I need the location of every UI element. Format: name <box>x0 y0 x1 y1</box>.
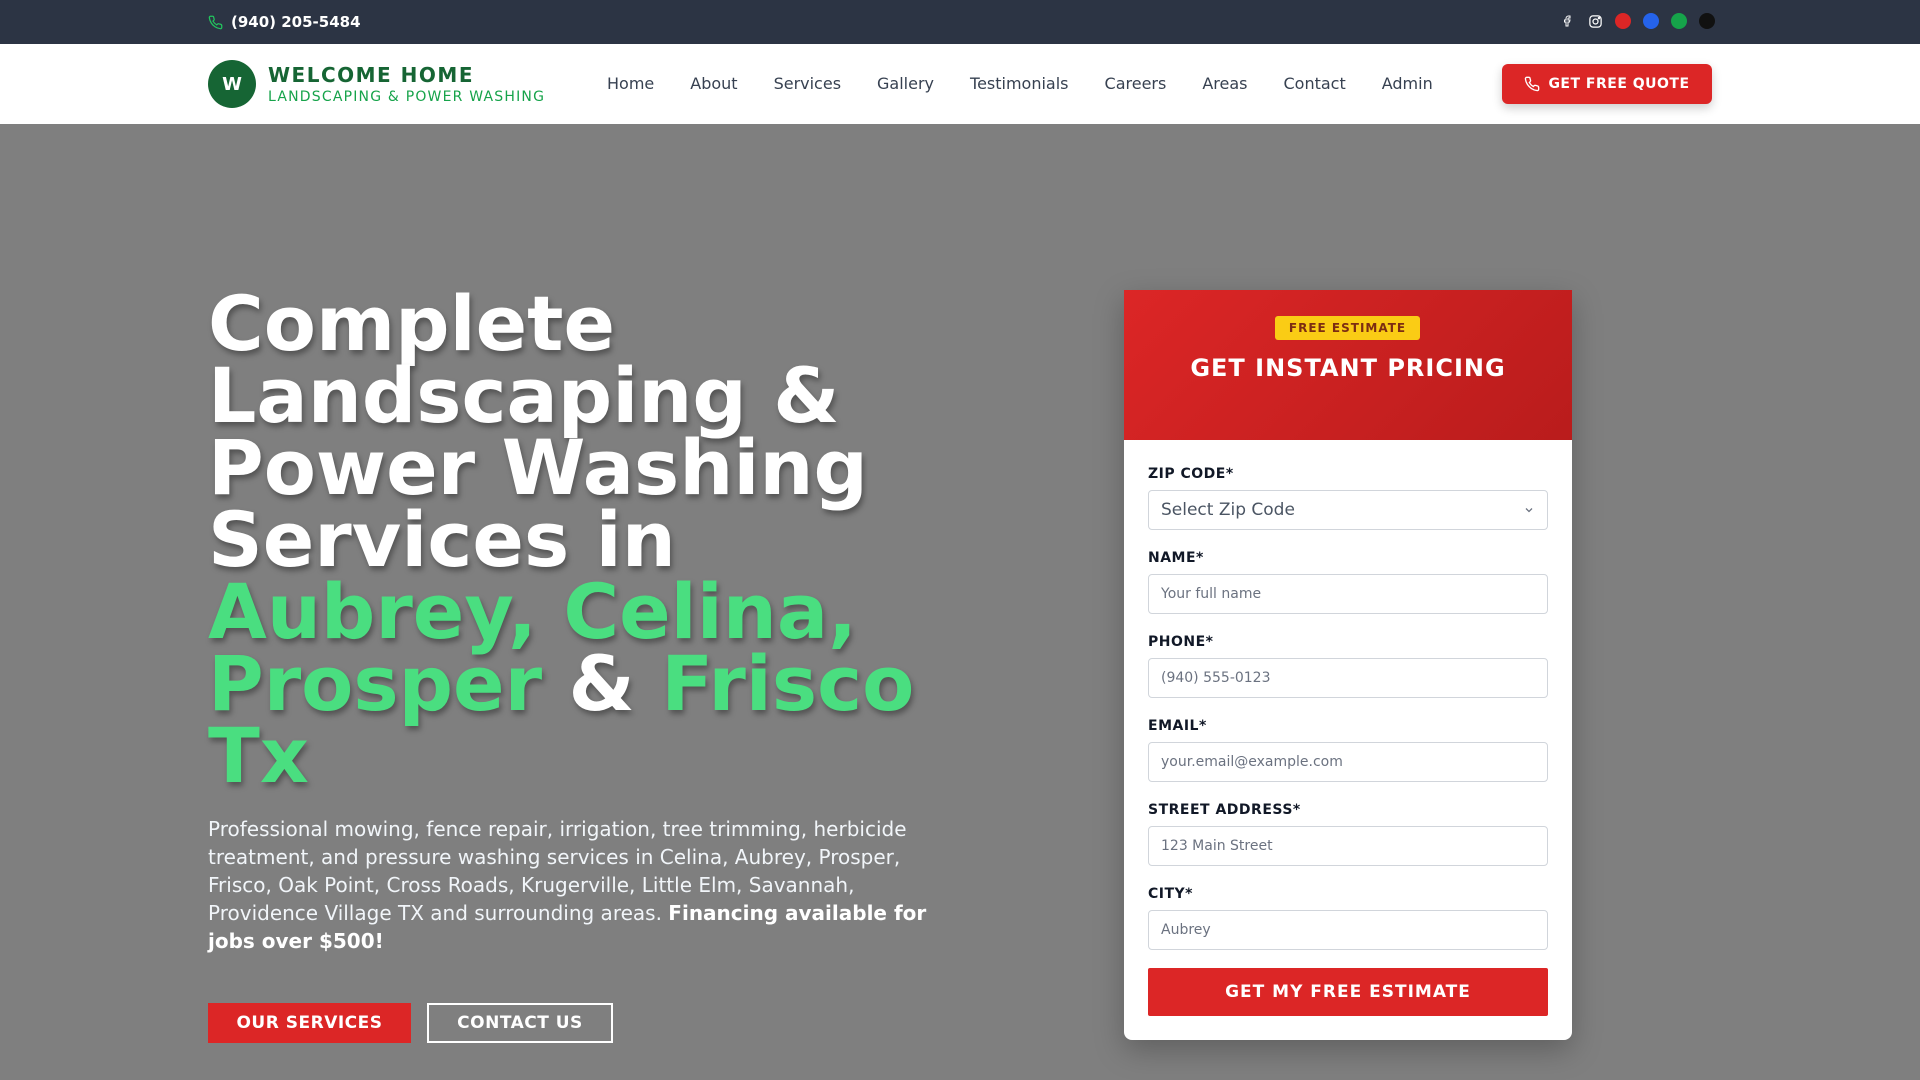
social-links <box>1559 13 1715 29</box>
brand-tagline: LANDSCAPING & POWER WASHING <box>268 89 546 105</box>
nav-gallery[interactable]: Gallery <box>877 74 934 93</box>
zip-label: ZIP CODE* <box>1148 466 1234 482</box>
nav-services[interactable]: Services <box>774 74 841 93</box>
top-phone-link[interactable]: (940) 205-5484 <box>208 13 361 31</box>
phone-input[interactable] <box>1148 658 1548 698</box>
city-label: CITY* <box>1148 886 1193 902</box>
nav-home[interactable]: Home <box>607 74 654 93</box>
form-title: GET INSTANT PRICING <box>1190 354 1506 382</box>
email-label: EMAIL* <box>1148 718 1207 734</box>
free-estimate-badge: FREE ESTIMATE <box>1275 316 1420 340</box>
zip-select-value: Select Zip Code <box>1161 500 1295 520</box>
address-input[interactable] <box>1148 826 1548 866</box>
zip-select[interactable]: Select Zip Code <box>1148 490 1548 530</box>
name-label: NAME* <box>1148 550 1204 566</box>
address-label: STREET ADDRESS* <box>1148 802 1301 818</box>
nav-about[interactable]: About <box>690 74 737 93</box>
nav-testimonials[interactable]: Testimonials <box>970 74 1069 93</box>
top-phone-number: (940) 205-5484 <box>231 13 361 31</box>
nav-contact[interactable]: Contact <box>1283 74 1345 93</box>
green-social-dot[interactable] <box>1671 13 1687 29</box>
hero-title-part-1: Complete Landscaping & Power Washing Ser… <box>208 279 868 584</box>
phone-icon <box>1525 76 1540 92</box>
facebook-icon[interactable] <box>1559 13 1575 29</box>
brand-name[interactable]: WELCOME HOME <box>268 63 474 87</box>
top-bar: (940) 205-5484 <box>0 0 1920 44</box>
chevron-down-icon <box>1525 508 1533 513</box>
estimate-form-card: FREE ESTIMATE GET INSTANT PRICING ZIP CO… <box>1124 290 1572 1040</box>
form-header: FREE ESTIMATE GET INSTANT PRICING <box>1124 290 1572 440</box>
nav-areas[interactable]: Areas <box>1202 74 1247 93</box>
red-social-dot[interactable] <box>1615 13 1631 29</box>
nav-admin[interactable]: Admin <box>1382 74 1433 93</box>
hero-description: Professional mowing, fence repair, irrig… <box>208 815 938 955</box>
hero-title-ampersand: & <box>542 639 662 728</box>
phone-label: PHONE* <box>1148 634 1214 650</box>
our-services-button[interactable]: OUR SERVICES <box>208 1003 411 1043</box>
main-header: W WELCOME HOME LANDSCAPING & POWER WASHI… <box>0 44 1920 124</box>
email-input[interactable] <box>1148 742 1548 782</box>
blue-social-dot[interactable] <box>1643 13 1659 29</box>
contact-us-button[interactable]: CONTACT US <box>427 1003 613 1043</box>
get-free-quote-button[interactable]: GET FREE QUOTE <box>1502 64 1712 104</box>
phone-icon <box>208 15 223 29</box>
get-free-quote-label: GET FREE QUOTE <box>1548 76 1690 92</box>
hero-title: Complete Landscaping & Power Washing Ser… <box>208 286 928 794</box>
city-input[interactable] <box>1148 910 1548 950</box>
instagram-icon[interactable] <box>1587 13 1603 29</box>
name-input[interactable] <box>1148 574 1548 614</box>
black-social-dot[interactable] <box>1699 13 1715 29</box>
get-estimate-button[interactable]: GET MY FREE ESTIMATE <box>1148 968 1548 1016</box>
logo-mark[interactable]: W <box>208 60 256 108</box>
nav-careers[interactable]: Careers <box>1105 74 1167 93</box>
main-nav: Home About Services Gallery Testimonials… <box>607 74 1433 93</box>
